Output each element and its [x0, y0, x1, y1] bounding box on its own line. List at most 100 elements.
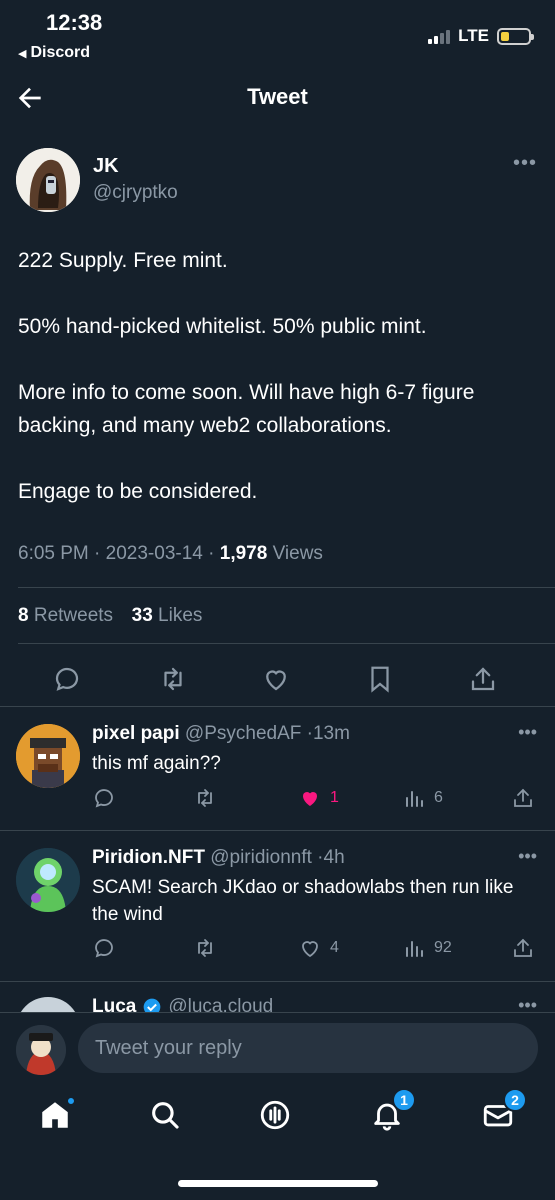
back-to-app-link[interactable]: ◀ Discord [18, 44, 90, 62]
author-name[interactable]: JK [93, 155, 119, 178]
reply-age: 13m [312, 723, 350, 744]
spaces-icon [260, 1100, 290, 1130]
retweets-label: Retweets [33, 605, 114, 626]
divider [18, 587, 555, 588]
retweet-button[interactable] [193, 786, 217, 810]
tweet-time: 6:05 PM [18, 543, 89, 564]
reply-icon[interactable] [52, 664, 82, 694]
battery-icon [497, 27, 534, 45]
reply-avatar[interactable] [16, 724, 80, 788]
tweet-paragraph: 50% hand-picked whitelist. 50% public mi… [18, 315, 427, 338]
reply-author-name[interactable]: Piridion.NFT [92, 847, 205, 868]
reply-author-name[interactable]: pixel papi [92, 723, 180, 744]
reply-age: 4h [323, 847, 345, 868]
nav-notifications[interactable]: 1 [370, 1088, 416, 1138]
tweet-actions [0, 660, 555, 700]
nav-spaces[interactable] [258, 1098, 298, 1138]
reply-author-name[interactable]: Luca [92, 996, 136, 1012]
current-user-avatar[interactable] [16, 1025, 66, 1075]
author-handle[interactable]: @cjryptko [93, 182, 178, 204]
views-count: 92 [434, 939, 452, 956]
engagement-counts: 8 Retweets 33 Likes [18, 605, 202, 627]
share-icon [514, 788, 532, 807]
retweets-stat[interactable]: 8 Retweets [18, 605, 118, 626]
like-icon [302, 941, 318, 958]
search-icon [152, 1102, 179, 1129]
like-button[interactable]: 1 [298, 786, 339, 810]
unread-dot [66, 1096, 76, 1106]
top-header: Tweet [0, 72, 555, 124]
reply-avatar[interactable] [16, 997, 80, 1012]
like-button[interactable]: 4 [298, 936, 339, 960]
likes-label: Likes [158, 605, 203, 626]
status-indicators: LTE [428, 26, 534, 46]
reply-text: this mf again?? [92, 753, 221, 774]
more-horizontal-icon[interactable]: ••• [518, 722, 537, 743]
views-button[interactable]: 6 [402, 786, 443, 810]
tweet-paragraph: More info to come soon. Will have high 6… [18, 381, 475, 437]
author-avatar[interactable] [16, 148, 80, 212]
views-count: 6 [434, 789, 443, 806]
nav-home[interactable] [38, 1096, 78, 1138]
back-triangle-icon: ◀ [18, 47, 27, 60]
share-button[interactable] [511, 786, 535, 810]
divider [0, 706, 555, 707]
page-title: Tweet [247, 84, 308, 109]
retweet-button[interactable] [193, 936, 217, 960]
verified-badge-icon [144, 998, 161, 1012]
retweet-icon [198, 789, 212, 807]
reply-actions: 1 6 [92, 786, 547, 816]
reply-header: pixel papi @PsychedAF ·13m [92, 723, 350, 744]
reply-avatar[interactable] [16, 848, 80, 912]
reply-icon [95, 939, 113, 958]
main-tweet: JK @cjryptko ••• 222 Supply. Free mint. … [0, 140, 555, 693]
retweets-count: 8 [18, 605, 29, 626]
retweet-icon [198, 939, 212, 957]
reply-author-handle[interactable]: @piridionnft [210, 847, 312, 868]
signal-icon [428, 28, 451, 44]
share-button[interactable] [511, 936, 535, 960]
divider [18, 643, 555, 644]
share-icon[interactable] [468, 664, 498, 694]
network-label: LTE [458, 26, 489, 45]
likes-count: 33 [131, 605, 153, 626]
messages-badge: 2 [503, 1088, 527, 1112]
more-horizontal-icon[interactable]: ••• [518, 995, 537, 1012]
retweet-icon[interactable] [158, 664, 188, 694]
reply-text: SCAM! Search JKdao or shadowlabs then ru… [92, 877, 514, 925]
reply-author-handle[interactable]: @luca.cloud [168, 996, 273, 1012]
status-time: 12:38 [46, 10, 103, 35]
divider [0, 830, 555, 831]
reply-header: Piridion.NFT @piridionnft ·4h [92, 847, 345, 868]
likes-stat[interactable]: 33 Likes [132, 605, 203, 626]
nav-search[interactable] [148, 1098, 188, 1138]
reply-composer [0, 1012, 555, 1084]
tweet-date: 2023-03-14 [105, 543, 203, 564]
notifications-badge: 1 [392, 1088, 416, 1112]
views-icon [406, 791, 423, 807]
reply-button[interactable] [92, 786, 116, 810]
nav-messages[interactable]: 2 [481, 1088, 527, 1138]
tweet-body: 222 Supply. Free mint. 50% hand-picked w… [18, 244, 538, 541]
more-horizontal-icon[interactable]: ••• [518, 846, 537, 867]
reply-header: Luca @luca.cloud [92, 996, 273, 1012]
views-icon [406, 941, 423, 957]
like-icon[interactable] [261, 664, 291, 694]
back-app-label: Discord [30, 44, 91, 61]
reply-input[interactable] [78, 1023, 538, 1073]
views-button[interactable]: 92 [402, 936, 452, 960]
views-label[interactable]: Views [273, 543, 323, 564]
more-horizontal-icon[interactable]: ••• [513, 152, 537, 175]
tweet-author-row: JK @cjryptko ••• [0, 140, 555, 220]
like-count: 1 [330, 789, 339, 806]
status-bar: 12:38 ◀ Discord LTE [0, 0, 555, 70]
share-icon [514, 938, 532, 957]
reply-item[interactable]: Luca @luca.cloud ••• [0, 981, 555, 1012]
reply-author-handle[interactable]: @PsychedAF [185, 723, 301, 744]
reply-button[interactable] [92, 936, 116, 960]
bookmark-icon[interactable] [365, 664, 395, 694]
tweet-paragraph: Engage to be considered. [18, 480, 258, 503]
home-indicator [178, 1180, 378, 1187]
views-count: 1,978 [219, 543, 268, 564]
reply-actions: 4 92 [92, 936, 547, 966]
